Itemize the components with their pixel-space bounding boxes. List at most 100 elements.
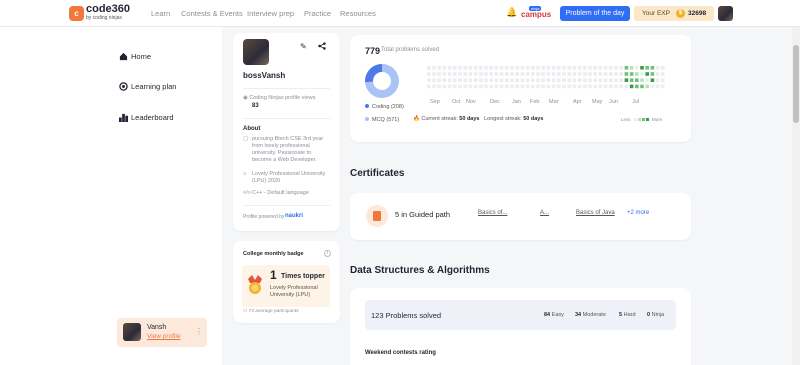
- heatmap-cell: [484, 78, 488, 82]
- heatmap-cell: [624, 72, 629, 76]
- heatmap-cell: [640, 66, 644, 70]
- heatmap-cell: [619, 84, 623, 89]
- dsa-summary[interactable]: 123 Problems solved 84 Easy 34 Moderate …: [365, 300, 676, 330]
- brand-name[interactable]: code360: [86, 3, 130, 15]
- nav-learn[interactable]: Learn: [151, 9, 170, 18]
- heatmap-cell: [531, 84, 535, 89]
- heatmap-cell: [463, 66, 467, 70]
- heatmap-cell: [640, 72, 644, 76]
- heatmap-cell: [577, 78, 582, 82]
- heatmap-cell: [505, 66, 509, 70]
- heatmap-cell: [479, 78, 483, 82]
- user-avatar[interactable]: [718, 6, 733, 21]
- heatmap-cell: [640, 78, 644, 82]
- nav-resources[interactable]: Resources: [340, 9, 376, 18]
- longest-streak-value: 50 days: [523, 116, 544, 122]
- heatmap-cell: [499, 72, 504, 76]
- heatmap-cell: [432, 66, 436, 70]
- easy-count: 84 Easy: [544, 312, 564, 318]
- heatmap-cell: [614, 72, 618, 76]
- heatmap-cell: [635, 78, 639, 82]
- certificates-card: 5 in Guided path Basics of... A... Basic…: [350, 193, 691, 240]
- heatmap-cell: [520, 84, 525, 89]
- heatmap-cell: [437, 78, 441, 82]
- nav-contests[interactable]: Contests & Events: [181, 9, 243, 18]
- exp-badge[interactable]: Your EXP $ 32698: [634, 6, 714, 21]
- certificate-link[interactable]: Basics of Java: [576, 210, 615, 216]
- heatmap-cell: [484, 84, 488, 89]
- info-icon[interactable]: i: [324, 250, 331, 257]
- heatmap-cell: [453, 84, 457, 89]
- sidebar-item-home[interactable]: Home: [119, 52, 151, 61]
- divider: [243, 88, 330, 89]
- month-label: Apr: [573, 99, 582, 105]
- heatmap-cell: [603, 66, 608, 70]
- profile-views-label: ◉ Coding Ninjas profile views: [243, 95, 315, 101]
- naukri-logo[interactable]: naukri: [285, 213, 303, 219]
- bell-icon[interactable]: 🔔: [506, 8, 517, 17]
- heatmap-cell: [661, 78, 665, 82]
- heatmap-cell: [505, 84, 509, 89]
- heatmap-cell: [447, 72, 452, 76]
- ninja-campus-logo[interactable]: ninja campus: [521, 6, 553, 20]
- nav-interview-prep[interactable]: Interview prep: [247, 9, 294, 18]
- heatmap-cell: [614, 84, 618, 89]
- view-profile-link[interactable]: View profile: [147, 333, 180, 340]
- hard-count: 5 Hard: [619, 312, 636, 318]
- problem-of-the-day-button[interactable]: Problem of the day: [560, 6, 630, 21]
- heatmap-cell: [473, 72, 478, 76]
- code-icon: </>: [243, 190, 251, 196]
- scrollbar-thumb[interactable]: [793, 45, 799, 123]
- heatmap-cell: [541, 84, 545, 89]
- heatmap-cell: [510, 66, 514, 70]
- heatmap-cell: [562, 66, 566, 70]
- certificate-count: 5 in Guided path: [395, 210, 451, 219]
- heatmap-cell: [531, 78, 535, 82]
- certificate-link[interactable]: Basics of...: [478, 210, 507, 216]
- eye-icon: ◉: [243, 95, 248, 101]
- topper-count: 1: [270, 268, 277, 282]
- edit-icon[interactable]: ✎: [300, 42, 307, 51]
- heatmap-cell: [562, 84, 566, 89]
- heatmap-cell: [598, 84, 603, 89]
- heatmap-cell: [536, 78, 540, 82]
- sidebar-item-leaderboard[interactable]: Leaderboard: [119, 113, 174, 122]
- heatmap-cell: [479, 66, 483, 70]
- heatmap-cell: [588, 78, 592, 82]
- activity-heatmap: [427, 66, 665, 89]
- about-text: pursuing Btech CSE 3rd year from lovely …: [252, 136, 324, 163]
- topper-label: Times topper: [281, 273, 325, 280]
- heatmap-cell: [661, 72, 665, 76]
- target-icon: [119, 82, 128, 91]
- share-icon[interactable]: [318, 42, 326, 50]
- heatmap-cell: [510, 72, 514, 76]
- badge-panel: 1 Times topper Lovely Professional Unive…: [242, 265, 330, 307]
- code360-logo-icon[interactable]: c: [69, 6, 84, 21]
- heatmap-cell: [494, 66, 499, 70]
- more-certificates-link[interactable]: +2 more: [627, 210, 649, 216]
- dsa-heading: Data Structures & Algorithms: [350, 265, 490, 276]
- heatmap-cell: [619, 66, 623, 70]
- more-icon[interactable]: ⋮: [195, 327, 203, 336]
- month-label: Dec: [490, 99, 500, 105]
- sidebar-profile-card[interactable]: Vansh View profile ⋮: [117, 318, 207, 347]
- month-label: May: [592, 99, 603, 105]
- dsa-card: 123 Problems solved 84 Easy 34 Moderate …: [350, 288, 691, 365]
- heatmap-cell: [510, 78, 514, 82]
- left-sidebar: Home Learning plan Leaderboard Vansh Vie…: [0, 27, 222, 365]
- badge-heading: College monthly badge: [243, 251, 304, 257]
- heatmap-cell: [567, 66, 571, 70]
- heatmap-cell: [635, 72, 639, 76]
- heatmap-cell: [525, 78, 530, 82]
- heatmap-cell: [577, 84, 582, 89]
- heatmap-cell: [468, 84, 473, 89]
- streak-info: 🔥 Current streak: 50 days Longest streak…: [413, 116, 543, 122]
- about-heading: About: [243, 126, 261, 132]
- sidebar-item-learning-plan[interactable]: Learning plan: [119, 82, 176, 91]
- heatmap-cell: [583, 66, 587, 70]
- sidebar-item-label: Learning plan: [131, 82, 177, 91]
- certificate-link[interactable]: A...: [540, 210, 549, 216]
- nav-practice[interactable]: Practice: [304, 9, 331, 18]
- heatmap-cell: [572, 72, 577, 76]
- page-scrollbar[interactable]: [792, 27, 800, 365]
